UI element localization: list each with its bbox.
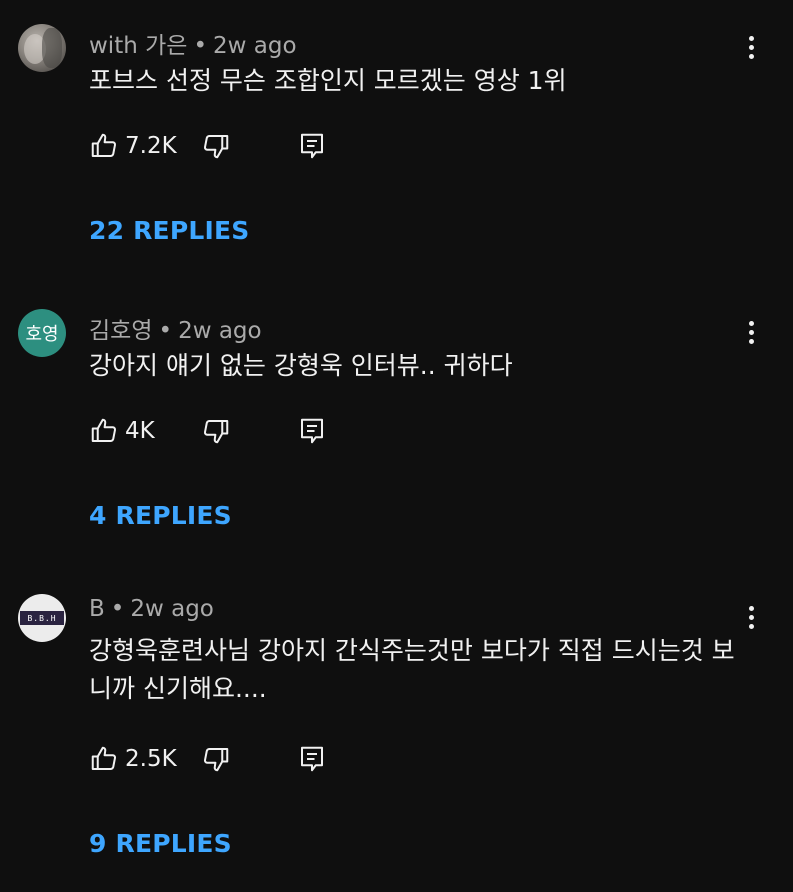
comment-meta: 김호영 • 2w ago bbox=[89, 311, 262, 345]
thumbs-down-icon[interactable] bbox=[201, 131, 231, 161]
comment-icon[interactable] bbox=[299, 416, 325, 446]
view-replies-link[interactable]: 4 REPLIES bbox=[89, 501, 232, 530]
avatar-logo-text: B.B.H bbox=[20, 611, 64, 625]
author-name[interactable]: with 가은 bbox=[89, 33, 187, 59]
comment-text: 포브스 선정 무슨 조합인지 모르겠는 영상 1위 bbox=[89, 66, 567, 95]
meta-separator: • bbox=[110, 596, 125, 622]
comment-time[interactable]: 2w ago bbox=[178, 318, 262, 344]
thumbs-up-icon[interactable] bbox=[89, 416, 119, 446]
comment-actions: 7.2K bbox=[89, 129, 325, 163]
comment-icon[interactable] bbox=[299, 744, 325, 774]
comment-text: 강형욱훈련사님 강아지 간식주는것만 보다가 직접 드시는것 보니까 신기해요.… bbox=[89, 636, 735, 703]
comment-meta: B • 2w ago bbox=[89, 596, 214, 622]
comment-time[interactable]: 2w ago bbox=[213, 33, 297, 59]
view-replies-link[interactable]: 9 REPLIES bbox=[89, 829, 232, 858]
more-vertical-icon[interactable] bbox=[740, 31, 762, 63]
comment-item: with 가은 • 2w ago 포브스 선정 무슨 조합인지 모르겠는 영상 1위… bbox=[0, 0, 793, 280]
comment-actions: 4K bbox=[89, 414, 325, 448]
author-name[interactable]: B bbox=[89, 596, 105, 622]
author-name[interactable]: 김호영 bbox=[89, 318, 152, 344]
like-count: 4K bbox=[125, 418, 155, 444]
thumbs-down-icon[interactable] bbox=[201, 744, 231, 774]
comment-meta: with 가은 • 2w ago bbox=[89, 26, 297, 60]
avatar[interactable]: B.B.H bbox=[18, 594, 66, 642]
comment-actions: 2.5K bbox=[89, 742, 325, 776]
view-replies-link[interactable]: 22 REPLIES bbox=[89, 216, 249, 245]
thumbs-up-icon[interactable] bbox=[89, 131, 119, 161]
comment-icon[interactable] bbox=[299, 131, 325, 161]
more-vertical-icon[interactable] bbox=[740, 316, 762, 348]
comment-item: 호영 김호영 • 2w ago 강아지 얘기 없는 강형욱 인터뷰.. 귀하다 4K… bbox=[0, 285, 793, 565]
like-count: 2.5K bbox=[125, 746, 177, 772]
meta-separator: • bbox=[193, 33, 208, 59]
more-vertical-icon[interactable] bbox=[740, 601, 762, 633]
avatar[interactable]: 호영 bbox=[18, 309, 66, 357]
comment-item: B.B.H B • 2w ago 강형욱훈련사님 강아지 간식주는것만 보다가 직접… bbox=[0, 570, 793, 892]
like-count: 7.2K bbox=[125, 133, 177, 159]
meta-separator: • bbox=[158, 318, 173, 344]
comment-text: 강아지 얘기 없는 강형욱 인터뷰.. 귀하다 bbox=[89, 351, 513, 380]
comment-time[interactable]: 2w ago bbox=[130, 596, 214, 622]
thumbs-down-icon[interactable] bbox=[201, 416, 231, 446]
thumbs-up-icon[interactable] bbox=[89, 744, 119, 774]
avatar[interactable] bbox=[18, 24, 66, 72]
